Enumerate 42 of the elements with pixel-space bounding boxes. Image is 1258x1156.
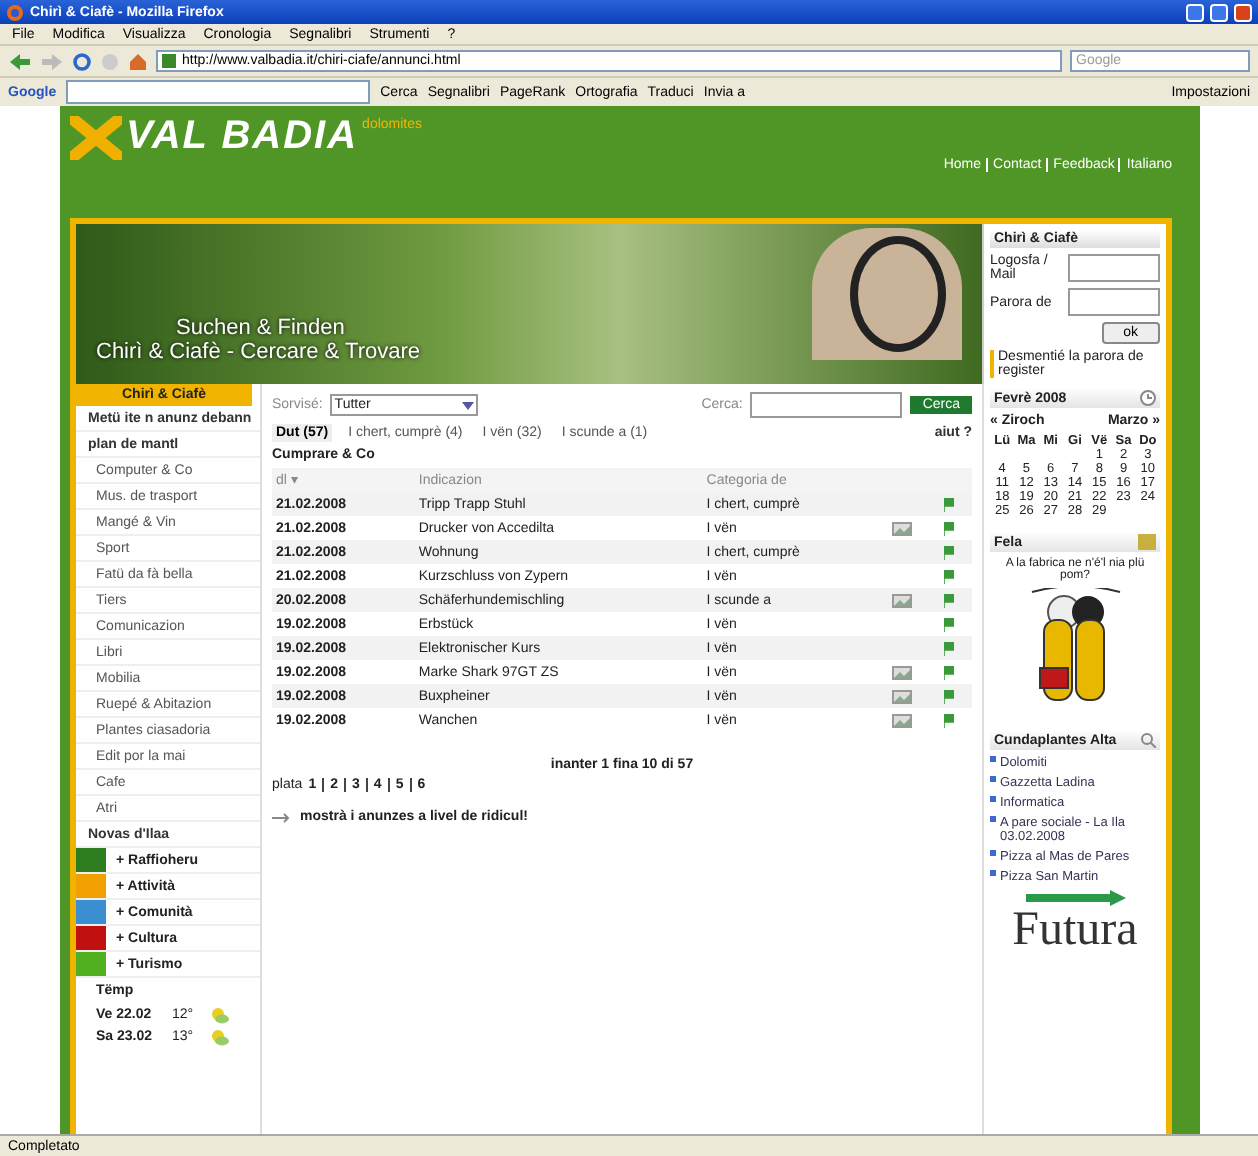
x-logo-icon (70, 115, 122, 159)
sun-cloud-icon (209, 1006, 230, 1024)
back-arrow-icon[interactable] (8, 51, 32, 71)
zoom-icon (1140, 732, 1156, 748)
bullet-icon (990, 796, 996, 802)
flag-icon[interactable] (943, 497, 954, 511)
site-logo: VAL BADIA (126, 114, 359, 160)
banner-subtitle: Chirì & Ciafè - Cercare & Trovare (96, 340, 422, 364)
flag-icon[interactable] (943, 593, 954, 607)
marker-icon (990, 350, 994, 378)
flag-icon[interactable] (943, 521, 954, 535)
flag-icon[interactable] (943, 641, 954, 655)
bullet-icon (990, 776, 996, 782)
flag-icon[interactable] (943, 545, 954, 559)
home-icon[interactable] (128, 51, 148, 71)
sun-cloud-icon (209, 1028, 230, 1046)
clock-icon (1140, 390, 1156, 406)
bullet-icon (990, 850, 996, 856)
reload-icon[interactable] (72, 51, 92, 71)
minimize-button[interactable] (1186, 3, 1204, 21)
bullet-icon (990, 870, 996, 876)
maximize-button[interactable] (1210, 3, 1228, 21)
bullet-icon (990, 756, 996, 762)
arrow-icon (272, 811, 292, 823)
close-button[interactable] (1234, 3, 1252, 21)
magnifier-drawing (850, 236, 946, 352)
flag-icon[interactable] (943, 569, 954, 583)
browser-logo-icon (6, 3, 24, 21)
flag-icon[interactable] (943, 665, 954, 679)
flag-icon[interactable] (943, 617, 954, 631)
username-field[interactable] (1068, 254, 1160, 282)
banner-title: Suchen & Finden (176, 316, 347, 340)
toolbar-search-field[interactable] (66, 80, 371, 104)
bullet-icon (990, 816, 996, 822)
search-field[interactable] (750, 392, 903, 418)
sponsor-logo[interactable]: Futura (1012, 906, 1138, 954)
flag-icon[interactable] (943, 713, 954, 727)
password-field[interactable] (1068, 288, 1160, 316)
dropdown-arrow-icon (462, 399, 475, 411)
arrow-icon (1025, 890, 1125, 906)
site-icon (162, 54, 176, 68)
flag-icon[interactable] (943, 689, 954, 703)
